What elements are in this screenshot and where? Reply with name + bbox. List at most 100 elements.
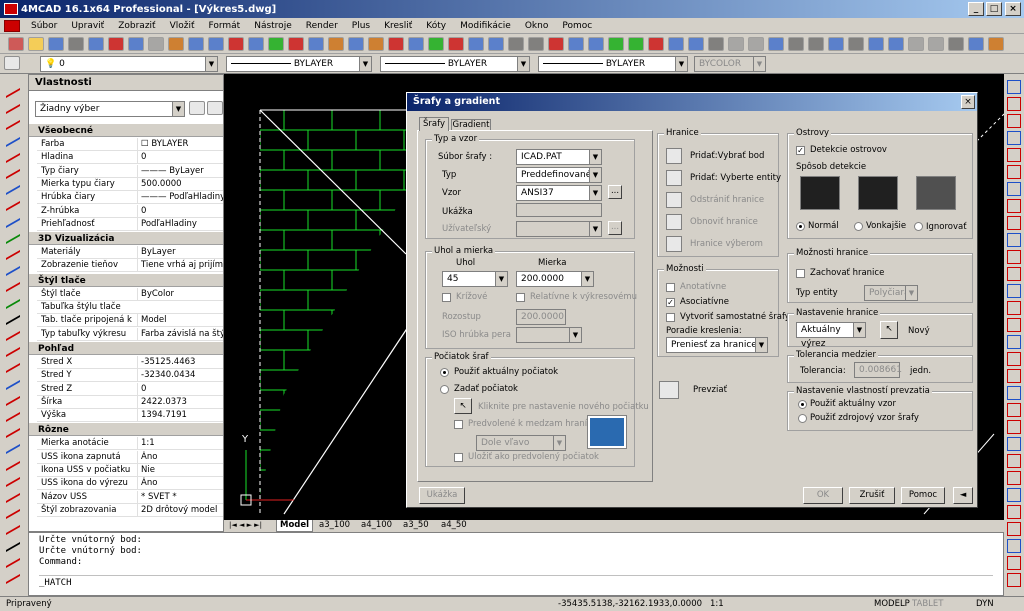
toolbar-button-icon[interactable] (788, 37, 804, 51)
modify-tool-icon[interactable] (1007, 556, 1021, 570)
prop-row[interactable]: Štýl zobrazovania 2D drôtový model (37, 503, 223, 517)
prop-value[interactable]: 2422.0373 (137, 395, 223, 409)
tab-a4-100[interactable]: a4_100 (358, 520, 395, 532)
toolbar-button-icon[interactable] (748, 37, 764, 51)
prop-row[interactable]: Názov USS * SVET * (37, 490, 223, 504)
origin-specify-radio[interactable] (440, 385, 449, 394)
cancel-button[interactable]: Zrušiť (849, 487, 895, 504)
prop-row[interactable]: Typ čiary ——— ByLayer (37, 164, 223, 178)
prop-value[interactable]: 0 (137, 151, 223, 165)
prop-row[interactable]: Hladina 0 (37, 151, 223, 165)
dialog-close-button[interactable]: × (961, 95, 975, 109)
prop-group-header[interactable]: Pohľad (29, 340, 223, 355)
prop-value[interactable]: -32340.0434 (137, 369, 223, 383)
toolbar-button-icon[interactable] (468, 37, 484, 51)
tablet-toggle[interactable]: TABLET (912, 599, 943, 609)
prop-row[interactable]: Štýl tlače ByColor (37, 287, 223, 301)
ok-button[interactable]: OK (803, 487, 843, 504)
prop-group-header[interactable]: Štýl tlače (29, 272, 223, 287)
prop-row[interactable]: Priehľadnosť PodľaHladiny (37, 217, 223, 231)
toolbar-button-icon[interactable] (968, 37, 984, 51)
prop-row[interactable]: Šírka 2422.0373 (37, 395, 223, 409)
prop-row[interactable]: Hrúbka čiary ——— PodľaHladiny (37, 191, 223, 205)
menu-render[interactable]: Render (299, 21, 345, 31)
modify-tool-icon[interactable] (1007, 114, 1021, 128)
modify-tool-icon[interactable] (1007, 403, 1021, 417)
toolbar-button-icon[interactable] (508, 37, 524, 51)
toolbar-button-icon[interactable] (948, 37, 964, 51)
toolbar-button-icon[interactable] (268, 37, 284, 51)
ignore-radio[interactable] (914, 222, 923, 231)
modify-tool-icon[interactable] (1007, 267, 1021, 281)
toolbar-button-icon[interactable] (528, 37, 544, 51)
color-combo[interactable]: BYLAYER ▼ (226, 56, 372, 72)
maximize-button[interactable]: □ (986, 2, 1002, 16)
prop-value[interactable]: ByLayer (137, 246, 223, 260)
menu-format[interactable]: Formát (202, 21, 248, 31)
toolbar-button-icon[interactable] (48, 37, 64, 51)
toolbar-button-icon[interactable] (308, 37, 324, 51)
toolbar-button-icon[interactable] (868, 37, 884, 51)
modify-tool-icon[interactable] (1007, 301, 1021, 315)
prop-row[interactable]: Tab. tlače pripojená k Model (37, 314, 223, 328)
remove-boundaries-label[interactable]: Odstrániť hranice (690, 195, 764, 205)
tab-srafy[interactable]: Šrafy (419, 117, 449, 131)
user-browse-button[interactable]: ... (608, 221, 622, 235)
menu-subor[interactable]: Súbor (24, 21, 64, 31)
prop-row[interactable]: Materiály ByLayer (37, 246, 223, 260)
menu-plus[interactable]: Plus (345, 21, 377, 31)
prop-row[interactable]: Výška 1394.7191 (37, 409, 223, 423)
modify-tool-icon[interactable] (1007, 216, 1021, 230)
prop-value[interactable]: ——— ByLayer (137, 164, 223, 178)
prop-value[interactable]: 500.0000 (137, 177, 223, 191)
use-source-origin-radio[interactable] (798, 414, 807, 423)
prop-row[interactable]: USS ikona do výrezu Áno (37, 477, 223, 491)
draw-order-combo[interactable]: Preniesť za hranice ▼ (666, 337, 768, 353)
modify-tool-icon[interactable] (1007, 352, 1021, 366)
entity-type-combo[interactable]: Polyčiara ▼ (864, 285, 918, 301)
pick-point-label[interactable]: Pridať:Vybrať bod (690, 151, 764, 161)
menu-vlozit[interactable]: Vložiť (163, 21, 202, 31)
prop-value[interactable]: 0 (137, 204, 223, 218)
layer-manager-icon[interactable] (4, 56, 20, 70)
type-combo[interactable]: Preddefinované ▼ (516, 167, 602, 183)
annotation-scale[interactable]: 1:1 (710, 599, 724, 609)
pick-point-icon[interactable] (666, 148, 682, 164)
tab-model[interactable]: Model (276, 520, 314, 532)
prop-value[interactable]: 1:1 (137, 437, 223, 451)
modify-tool-icon[interactable] (1007, 505, 1021, 519)
click-origin-button[interactable]: ↖ (454, 398, 472, 414)
prop-value[interactable]: Áno (137, 477, 223, 491)
toolbar-button-icon[interactable] (668, 37, 684, 51)
toolbar-button-icon[interactable] (708, 37, 724, 51)
prop-row[interactable]: Farba ☐ BYLAYER (37, 138, 223, 151)
command-input[interactable]: _HATCH (39, 575, 993, 589)
modify-tool-icon[interactable] (1007, 148, 1021, 162)
menu-nastroje[interactable]: Nástroje (247, 21, 299, 31)
modify-tool-icon[interactable] (1007, 233, 1021, 247)
inherit-properties-icon[interactable] (659, 381, 679, 399)
doc-icon[interactable] (4, 19, 20, 32)
prop-value[interactable]: ByColor (137, 287, 223, 301)
scale-combo[interactable]: 200.0000 ▼ (516, 271, 594, 287)
toolbar-button-icon[interactable] (168, 37, 184, 51)
prop-row[interactable]: USS ikona zapnutá Áno (37, 450, 223, 464)
modify-tool-icon[interactable] (1007, 488, 1021, 502)
select-objects-icon[interactable] (207, 101, 223, 115)
outer-radio[interactable] (854, 222, 863, 231)
select-objects-label[interactable]: Pridať: Vyberte entity (690, 173, 781, 183)
toolbar-button-icon[interactable] (68, 37, 84, 51)
tab-a4-50[interactable]: a4_50 (438, 520, 470, 532)
toolbar-button-icon[interactable] (108, 37, 124, 51)
remove-boundaries-icon[interactable] (666, 192, 682, 208)
modify-tool-icon[interactable] (1007, 284, 1021, 298)
model-toggle[interactable]: MODELP (874, 599, 910, 609)
prop-value[interactable]: -35125.4463 (137, 355, 223, 369)
hatch-file-combo[interactable]: ICAD.PAT ▼ (516, 149, 602, 165)
modify-tool-icon[interactable] (1007, 471, 1021, 485)
prop-group-header[interactable]: Všeobecné (29, 123, 223, 137)
modify-tool-icon[interactable] (1007, 182, 1021, 196)
modify-tool-icon[interactable] (1007, 199, 1021, 213)
island-outer-icon[interactable] (858, 176, 898, 210)
dyn-toggle[interactable]: DYN (976, 599, 994, 609)
